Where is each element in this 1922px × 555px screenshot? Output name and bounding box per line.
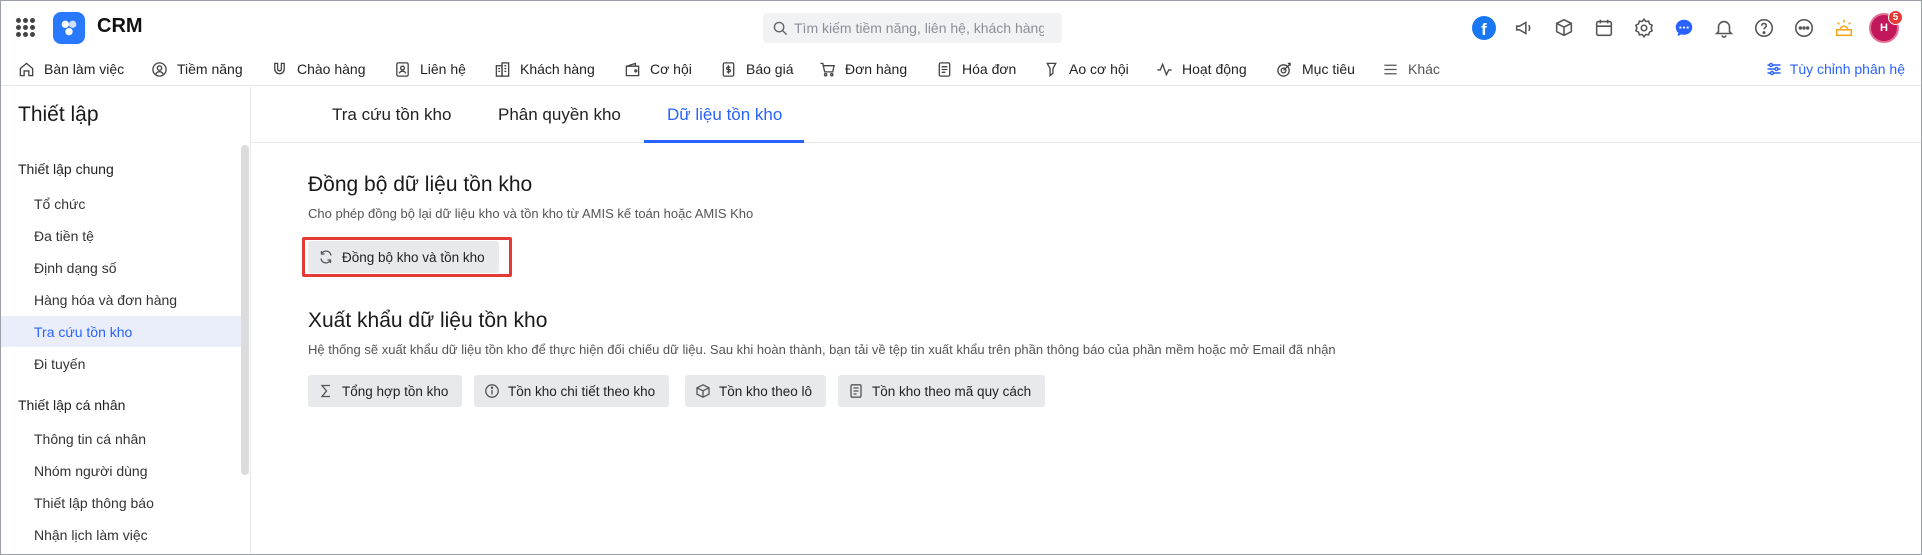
nav-item-activities[interactable]: Hoạt động	[1156, 54, 1247, 84]
module-nav: Bàn làm việc Tiềm năng Chào hàng Liên hệ…	[1, 54, 1921, 86]
sigma-icon	[320, 384, 330, 398]
sidebar-section-personal: Thiết lập cá nhân	[18, 397, 126, 413]
user-avatar[interactable]: H 5	[1869, 10, 1903, 43]
info-icon	[485, 384, 499, 398]
avatar-initials: H	[1880, 22, 1888, 34]
export-by-lot-button[interactable]: Tồn kho theo lô	[685, 375, 827, 407]
tab-inventory-lookup[interactable]: Tra cứu tồn kho	[332, 87, 451, 143]
sync-section-title: Đồng bộ dữ liệu tồn kho	[308, 173, 533, 196]
search-icon	[773, 21, 788, 35]
nav-item-offers[interactable]: Chào hàng	[271, 54, 366, 84]
export-by-spec-button[interactable]: Tồn kho theo mã quy cách	[838, 375, 1046, 407]
highlight-annotation	[302, 237, 512, 277]
nav-item-invoices[interactable]: Hóa đơn	[936, 54, 1016, 84]
top-bar: CRM f	[1, 1, 1921, 54]
box-icon	[696, 384, 710, 398]
sidebar-item-organization[interactable]: Tổ chức	[1, 188, 241, 219]
nav-item-quotes[interactable]: Báo giá	[720, 54, 793, 84]
nav-item-leads[interactable]: Tiềm năng	[151, 54, 243, 84]
sidebar-item-routes[interactable]: Đi tuyến	[1, 348, 241, 379]
customize-modules-link[interactable]: Tùy chỉnh phân hệ	[1766, 54, 1905, 84]
sidebar-scrollbar[interactable]	[241, 145, 249, 475]
sidebar-item-notification-settings[interactable]: Thiết lập thông báo	[1, 487, 241, 518]
gear-icon[interactable]	[1629, 13, 1659, 43]
nav-item-opportunities[interactable]: Cơ hội	[624, 54, 692, 84]
megaphone-icon[interactable]	[1509, 13, 1539, 43]
sidebar-item-user-groups[interactable]: Nhóm người dùng	[1, 455, 241, 486]
active-tab-indicator	[644, 140, 804, 143]
sidebar-item-work-calendar[interactable]: Nhận lịch làm việc	[1, 519, 241, 550]
app-name: CRM	[97, 15, 143, 37]
tab-inventory-data[interactable]: Dữ liệu tồn kho	[667, 87, 782, 143]
nav-item-goals[interactable]: Mục tiêu	[1276, 54, 1355, 84]
cart-icon	[820, 62, 835, 76]
invoice-icon	[938, 61, 951, 77]
sidebar-item-multi-currency[interactable]: Đa tiền tệ	[1, 220, 241, 251]
top-icon-bar: f H 5	[1459, 10, 1903, 43]
sidebar-section-general: Thiết lập chung	[18, 161, 114, 177]
chat-icon[interactable]	[1669, 13, 1699, 43]
search-input[interactable]	[794, 20, 1044, 36]
lead-icon	[152, 61, 167, 77]
export-summary-button[interactable]: Tổng hợp tồn kho	[308, 375, 463, 407]
nav-item-opportunity-pool[interactable]: Ao cơ hội	[1043, 54, 1129, 84]
target-icon	[1277, 62, 1291, 77]
building-icon	[495, 61, 510, 77]
crm-logo-icon[interactable]	[53, 12, 85, 44]
settings-sidebar: Thiết lập Thiết lập chung Tổ chức Đa tiề…	[1, 87, 251, 554]
sidebar-item-personal-info[interactable]: Thông tin cá nhân	[1, 423, 241, 454]
calendar-icon[interactable]	[1589, 13, 1619, 43]
export-section-description: Hệ thống sẽ xuất khẩu dữ liệu tồn kho để…	[308, 342, 1336, 357]
magnet-icon	[274, 62, 285, 74]
contact-icon	[396, 61, 409, 77]
sidebar-item-number-format[interactable]: Định dạng số	[1, 252, 241, 283]
quote-icon	[722, 61, 735, 77]
inventory-tabs: Tra cứu tồn kho Phân quyền kho Dữ liệu t…	[251, 87, 1921, 143]
export-by-warehouse-button[interactable]: Tồn kho chi tiết theo kho	[474, 375, 670, 407]
nav-item-desk[interactable]: Bàn làm việc	[18, 54, 124, 84]
search-box[interactable]	[763, 13, 1062, 43]
more-icon[interactable]	[1789, 13, 1819, 43]
idea-icon[interactable]	[1829, 13, 1859, 43]
funnel-icon	[1046, 62, 1057, 77]
document-icon	[850, 384, 862, 398]
menu-icon	[1384, 64, 1397, 74]
tab-warehouse-permissions[interactable]: Phân quyền kho	[498, 87, 621, 143]
app-window: CRM f	[0, 0, 1922, 555]
sidebar-title: Thiết lập	[18, 103, 99, 126]
notification-badge: 5	[1888, 10, 1903, 25]
help-icon[interactable]	[1749, 13, 1779, 43]
nav-item-customers[interactable]: Khách hàng	[494, 54, 595, 84]
sidebar-item-inventory-lookup[interactable]: Tra cứu tồn kho	[1, 316, 241, 347]
nav-item-more[interactable]: Khác	[1382, 54, 1440, 84]
nav-item-contacts[interactable]: Liên hệ	[394, 54, 466, 84]
sidebar-item-products-orders[interactable]: Hàng hóa và đơn hàng	[1, 284, 241, 315]
wallet-icon	[625, 61, 640, 76]
apps-grid-icon[interactable]	[16, 18, 35, 37]
home-icon	[19, 61, 34, 76]
nav-item-orders[interactable]: Đơn hàng	[819, 54, 907, 84]
box-search-icon[interactable]	[1549, 13, 1579, 43]
sliders-icon	[1767, 62, 1781, 76]
activity-icon	[1157, 61, 1172, 76]
sync-section-description: Cho phép đồng bộ lại dữ liệu kho và tồn …	[308, 206, 754, 221]
facebook-icon[interactable]: f	[1469, 13, 1499, 43]
export-section-title: Xuất khẩu dữ liệu tồn kho	[308, 309, 548, 332]
bell-icon[interactable]	[1709, 13, 1739, 43]
